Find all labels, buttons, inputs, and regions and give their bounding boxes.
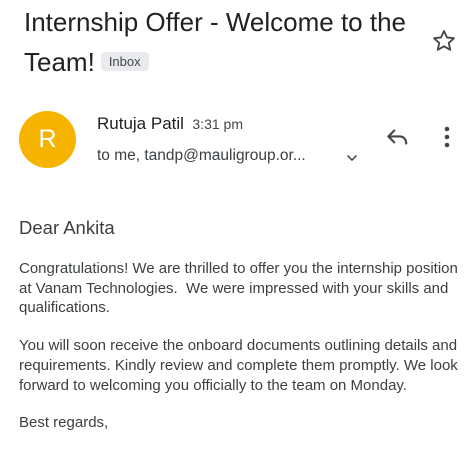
- star-icon[interactable]: [431, 28, 457, 54]
- email-view: Internship Offer - Welcome to the Team! I…: [0, 0, 474, 474]
- avatar-initial: R: [38, 125, 57, 153]
- email-subject: Internship Offer - Welcome to the Team! I…: [24, 2, 424, 82]
- recipients-line[interactable]: to me, tandp@mauligroup.or...: [97, 147, 306, 165]
- body-paragraph-2: You will soon receive the onboard docume…: [19, 337, 462, 394]
- sent-time: 3:31 pm: [192, 116, 243, 132]
- sender-header: Rutuja Patil 3:31 pm: [97, 114, 243, 134]
- sender-avatar[interactable]: R: [19, 111, 76, 168]
- chevron-down-icon[interactable]: [345, 151, 359, 165]
- more-vertical-icon[interactable]: [438, 124, 456, 150]
- inbox-label-badge[interactable]: Inbox: [100, 52, 149, 71]
- body-signoff: Best regards,: [19, 414, 109, 432]
- body-greeting: Dear Ankita: [19, 217, 115, 238]
- email-body: Dear Ankita Congratulations! We are thri…: [19, 216, 471, 433]
- sender-name[interactable]: Rutuja Patil: [97, 114, 184, 133]
- subject-text: Internship Offer - Welcome to the Team!: [24, 7, 406, 77]
- reply-icon[interactable]: [384, 124, 410, 150]
- body-paragraph-1: Congratulations! We are thrilled to offe…: [19, 260, 463, 317]
